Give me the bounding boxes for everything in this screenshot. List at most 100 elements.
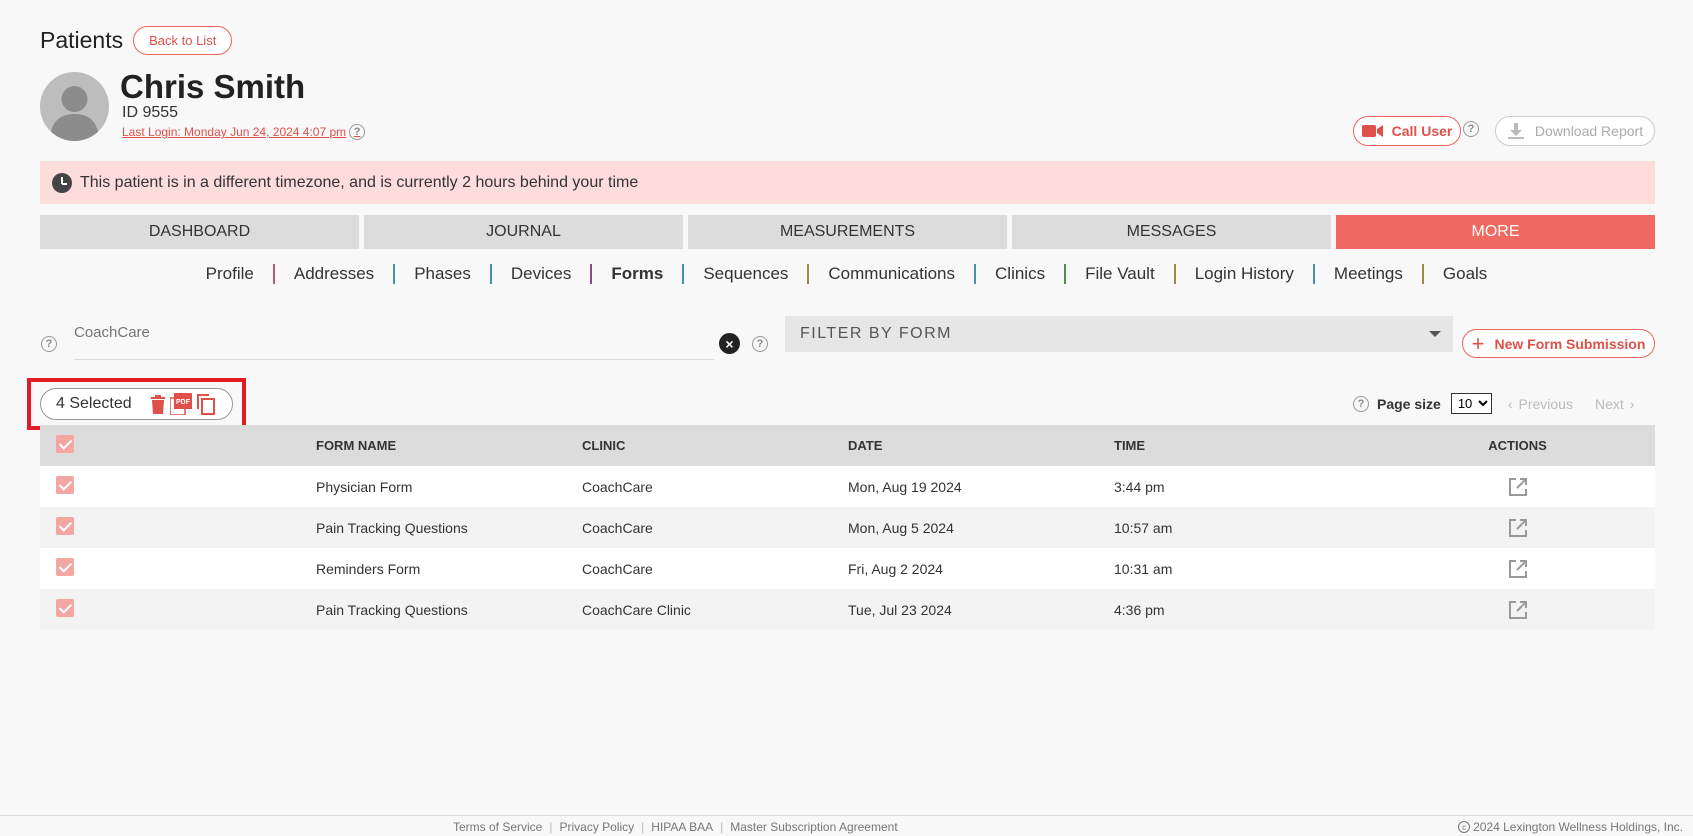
download-report-label: Download Report: [1534, 123, 1644, 139]
open-external-icon[interactable]: [1508, 477, 1528, 497]
subnav-addresses[interactable]: Addresses: [275, 264, 393, 284]
last-login-text[interactable]: Last Login: Monday Jun 24, 2024 4:07 pm: [122, 125, 346, 139]
subnav-file-vault[interactable]: File Vault: [1066, 264, 1174, 284]
tab-more[interactable]: MORE: [1336, 215, 1655, 249]
previous-page-button[interactable]: Previous: [1519, 396, 1573, 412]
copyright: c 2024 Lexington Wellness Holdings, Inc.: [1458, 820, 1683, 834]
new-form-submission-button[interactable]: + New Form Submission: [1462, 329, 1655, 358]
tab-messages[interactable]: MESSAGES: [1012, 215, 1331, 249]
clinic-search-field[interactable]: [74, 320, 714, 360]
header-actions: ACTIONS: [1488, 438, 1547, 453]
subnav-phases[interactable]: Phases: [395, 264, 490, 284]
help-icon[interactable]: ?: [349, 124, 366, 140]
select-all-checkbox[interactable]: [56, 435, 74, 453]
copy-icon[interactable]: [196, 393, 216, 415]
plus-icon: +: [1471, 330, 1485, 356]
clinic-search-input[interactable]: [74, 320, 714, 341]
avatar: [40, 72, 109, 141]
row-checkbox[interactable]: [56, 599, 74, 617]
cell-clinic: CoachCare: [582, 560, 653, 577]
timezone-banner: This patient is in a different timezone,…: [40, 161, 1655, 204]
sub-nav: Profile Addresses Phases Devices Forms S…: [0, 264, 1693, 284]
cell-date: Mon, Aug 19 2024: [848, 478, 962, 495]
svg-text:PDF: PDF: [176, 399, 191, 406]
subnav-profile[interactable]: Profile: [187, 264, 273, 284]
open-external-icon[interactable]: [1508, 600, 1528, 620]
open-external-icon[interactable]: [1508, 518, 1528, 538]
clear-search-icon[interactable]: ×: [719, 333, 740, 354]
table-row[interactable]: Physician Form CoachCare Mon, Aug 19 202…: [40, 466, 1655, 507]
cell-clinic: CoachCare: [582, 519, 653, 536]
table-row[interactable]: Pain Tracking Questions CoachCare Mon, A…: [40, 507, 1655, 548]
table-row[interactable]: Reminders Form CoachCare Fri, Aug 2 2024…: [40, 548, 1655, 589]
patient-id: ID 9555: [122, 104, 179, 121]
main-tabs: DASHBOARD JOURNAL MEASUREMENTS MESSAGES …: [40, 215, 1655, 249]
privacy-link[interactable]: Privacy Policy: [559, 820, 634, 834]
terms-link[interactable]: Terms of Service: [453, 820, 542, 834]
chevron-left-icon: ‹: [1507, 395, 1513, 412]
page-size-select[interactable]: 10: [1450, 393, 1492, 414]
cell-date: Tue, Jul 23 2024: [848, 601, 952, 618]
page-size-help-icon[interactable]: ?: [1353, 395, 1369, 412]
subnav-clinics[interactable]: Clinics: [976, 264, 1064, 284]
download-icon: [1507, 123, 1524, 139]
filter-by-form-select[interactable]: FILTER BY FORM: [785, 316, 1453, 352]
cell-time: 10:31 am: [1114, 560, 1173, 577]
footer-links: Terms of Service | Privacy Policy | HIPA…: [453, 820, 898, 834]
subnav-forms[interactable]: Forms: [592, 264, 682, 284]
filter-help-icon[interactable]: ?: [752, 336, 768, 352]
pager: ‹ Previous Next ›: [1508, 396, 1635, 412]
download-report-button[interactable]: Download Report: [1495, 116, 1655, 146]
subnav-sequences[interactable]: Sequences: [684, 264, 807, 284]
subnav-login-history[interactable]: Login History: [1176, 264, 1313, 284]
subnav-meetings[interactable]: Meetings: [1315, 264, 1422, 284]
subnav-devices[interactable]: Devices: [492, 264, 590, 284]
back-to-list-button[interactable]: Back to List: [133, 26, 233, 55]
chevron-right-icon: ›: [1629, 395, 1635, 412]
cell-form-name: Pain Tracking Questions: [316, 519, 468, 536]
video-camera-icon: [1361, 125, 1383, 137]
header-clinic[interactable]: CLINIC: [582, 438, 848, 453]
call-user-label: Call User: [1391, 123, 1453, 139]
table-header: FORM NAME CLINIC DATE TIME ACTIONS: [40, 425, 1655, 466]
subscription-link[interactable]: Master Subscription Agreement: [730, 820, 897, 834]
pagination-controls: ? Page size 10 ‹ Previous Next ›: [1353, 393, 1634, 414]
cell-form-name: Physician Form: [316, 478, 413, 495]
header-form-name[interactable]: FORM NAME: [316, 438, 582, 453]
filter-by-form-label: FILTER BY FORM: [800, 325, 952, 342]
header-date[interactable]: DATE: [848, 438, 1114, 453]
tab-dashboard[interactable]: DASHBOARD: [40, 215, 359, 249]
tab-measurements[interactable]: MEASUREMENTS: [688, 215, 1007, 249]
open-external-icon[interactable]: [1508, 559, 1528, 579]
search-help-icon[interactable]: ?: [41, 336, 57, 352]
call-user-button[interactable]: Call User: [1353, 116, 1461, 146]
call-help-icon[interactable]: ?: [1463, 121, 1479, 137]
header-time[interactable]: TIME: [1114, 438, 1380, 453]
page-size-label: Page size: [1377, 395, 1441, 412]
selection-toolbar: 4 Selected PDF: [40, 388, 233, 420]
table-row[interactable]: Pain Tracking Questions CoachCare Clinic…: [40, 589, 1655, 630]
forms-table: FORM NAME CLINIC DATE TIME ACTIONS Physi…: [40, 425, 1655, 630]
row-checkbox[interactable]: [56, 558, 74, 576]
caret-down-icon: [1429, 331, 1441, 337]
cell-form-name: Pain Tracking Questions: [316, 601, 468, 618]
new-form-submission-label: New Form Submission: [1494, 335, 1646, 352]
trash-icon[interactable]: [150, 394, 166, 414]
last-login-link[interactable]: Last Login: Monday Jun 24, 2024 4:07 pm …: [122, 124, 366, 140]
hipaa-link[interactable]: HIPAA BAA: [651, 820, 713, 834]
divider: |: [549, 820, 553, 834]
pdf-export-icon[interactable]: PDF: [169, 393, 192, 415]
cell-date: Fri, Aug 2 2024: [848, 560, 943, 577]
cell-clinic: CoachCare: [582, 478, 653, 495]
subnav-goals[interactable]: Goals: [1424, 264, 1506, 284]
cell-date: Mon, Aug 5 2024: [848, 519, 954, 536]
subnav-communications[interactable]: Communications: [809, 264, 974, 284]
page-title: Patients: [40, 27, 124, 53]
next-page-button[interactable]: Next: [1595, 396, 1624, 412]
row-checkbox[interactable]: [56, 476, 74, 494]
clock-icon: [52, 172, 72, 193]
divider: |: [720, 820, 724, 834]
tab-journal[interactable]: JOURNAL: [364, 215, 683, 249]
timezone-text: This patient is in a different timezone,…: [80, 173, 639, 191]
row-checkbox[interactable]: [56, 517, 74, 535]
